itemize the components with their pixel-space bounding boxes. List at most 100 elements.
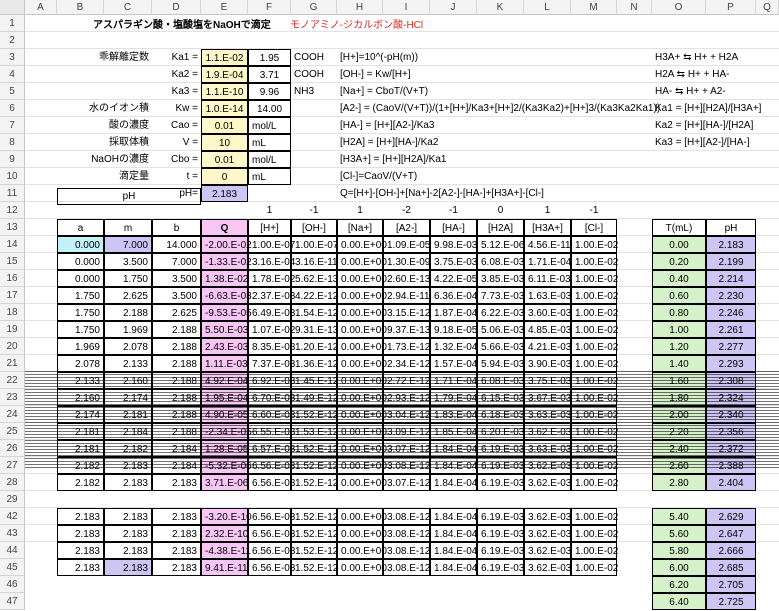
table-cell[interactable]: 5.06.E-03: [477, 321, 524, 338]
side-ph-cell[interactable]: 2.261: [706, 321, 756, 338]
table-cell[interactable]: -2.00.E-02: [201, 236, 252, 253]
table-cell[interactable]: 0.00.E+00: [337, 338, 387, 355]
table-cell[interactable]: 6.19.E-03: [477, 525, 524, 542]
row-header-1[interactable]: 1: [0, 15, 25, 32]
column-header-H[interactable]: H: [337, 0, 383, 15]
table-cell[interactable]: 3.90.E-03: [524, 355, 571, 372]
param-value-input[interactable]: 1.1.E-02: [201, 49, 248, 66]
param-value-input[interactable]: 1.1.E-10: [201, 83, 248, 100]
table-cell[interactable]: 2.078: [57, 355, 104, 372]
table-cell[interactable]: 1.00.E-02: [571, 542, 618, 559]
table-cell[interactable]: 1.00.E-02: [571, 270, 618, 287]
param-value-input[interactable]: 2.183: [201, 185, 248, 202]
table-cell[interactable]: 1.969: [57, 338, 104, 355]
table-cell[interactable]: 0.000: [57, 270, 104, 287]
param-value-input[interactable]: 0: [201, 168, 248, 185]
table-cell[interactable]: 6.56.E-03: [248, 525, 295, 542]
table-cell[interactable]: 1.00.E-02: [571, 355, 618, 372]
table-cell[interactable]: 2.188: [104, 304, 152, 321]
table-cell[interactable]: 6.19.E-03: [477, 474, 524, 491]
row-header-11[interactable]: 11: [0, 185, 25, 202]
table-cell[interactable]: 0.00.E+00: [337, 270, 387, 287]
row-header-28[interactable]: 28: [0, 474, 25, 491]
table-cell[interactable]: 9.41.E-11: [201, 559, 248, 576]
row-header-16[interactable]: 16: [0, 270, 25, 287]
table-cell[interactable]: 1.52.E-12: [291, 474, 338, 491]
table-cell[interactable]: 2.625: [152, 304, 201, 321]
row-header-7[interactable]: 7: [0, 117, 25, 134]
table-cell[interactable]: 2.183: [104, 508, 152, 525]
table-cell[interactable]: 1.52.E-12: [291, 508, 338, 525]
row-header-6[interactable]: 6: [0, 100, 25, 117]
row-header-10[interactable]: 10: [0, 168, 25, 185]
column-header-N[interactable]: N: [617, 0, 652, 15]
side-t-cell[interactable]: 0.00: [652, 236, 706, 253]
row-header-13[interactable]: 13: [0, 219, 25, 236]
row-header-15[interactable]: 15: [0, 253, 25, 270]
table-cell[interactable]: 5.62.E-13: [291, 270, 338, 287]
table-cell[interactable]: 6.19.E-03: [477, 508, 524, 525]
table-cell[interactable]: 9.37.E-13: [383, 321, 430, 338]
table-cell[interactable]: 1.32.E-04: [430, 338, 477, 355]
side-t-cell[interactable]: 1.00: [652, 321, 706, 338]
row-header-12[interactable]: 12: [0, 202, 25, 219]
column-header-F[interactable]: F: [248, 0, 291, 15]
table-cell[interactable]: 2.188: [152, 355, 201, 372]
column-header-G[interactable]: G: [291, 0, 337, 15]
table-cell[interactable]: 2.183: [104, 542, 152, 559]
table-cell[interactable]: 1.20.E-12: [291, 338, 338, 355]
table-cell[interactable]: 1.11.E-03: [201, 355, 248, 372]
column-header-K[interactable]: K: [477, 0, 524, 15]
table-cell[interactable]: 3.16.E-04: [248, 253, 295, 270]
table-cell[interactable]: 2.94.E-11: [383, 287, 430, 304]
table-cell[interactable]: 2.183: [57, 559, 104, 576]
table-cell[interactable]: 2.183: [152, 542, 201, 559]
column-header-M[interactable]: M: [571, 0, 617, 15]
table-cell[interactable]: 2.183: [57, 508, 104, 525]
table-cell[interactable]: 2.183: [152, 525, 201, 542]
table-cell[interactable]: -4.38.E-11: [201, 542, 251, 559]
side-t-cell[interactable]: 0.80: [652, 304, 706, 321]
table-cell[interactable]: 1.00.E-02: [571, 304, 618, 321]
row-header-46[interactable]: 46: [0, 576, 25, 593]
table-cell[interactable]: 2.188: [152, 321, 201, 338]
column-header-I[interactable]: I: [383, 0, 430, 15]
side-ph-cell[interactable]: 2.246: [706, 304, 756, 321]
table-cell[interactable]: 3.500: [104, 253, 152, 270]
table-cell[interactable]: 0.00.E+00: [337, 321, 387, 338]
side-ph-cell[interactable]: 2.293: [706, 355, 756, 372]
param-value-input[interactable]: 1.0.E-14: [201, 100, 248, 117]
table-cell[interactable]: 1.52.E-12: [291, 559, 338, 576]
param-value-input[interactable]: 0.01: [201, 117, 248, 134]
row-header-3[interactable]: 3: [0, 49, 25, 66]
table-cell[interactable]: 1.750: [57, 321, 104, 338]
table-cell[interactable]: 0.00.E+00: [337, 304, 387, 321]
table-cell[interactable]: 3.08.E-12: [383, 542, 430, 559]
table-cell[interactable]: 0.00.E+00: [337, 559, 387, 576]
table-cell[interactable]: 5.12.E-06: [477, 236, 524, 253]
table-cell[interactable]: 2.183: [104, 559, 152, 576]
table-cell[interactable]: 2.188: [152, 338, 201, 355]
side-t-cell[interactable]: 5.80: [652, 542, 706, 559]
table-cell[interactable]: 1.00.E-07: [248, 236, 295, 253]
table-cell[interactable]: 1.52.E-12: [291, 525, 338, 542]
table-cell[interactable]: 6.08.E-03: [477, 253, 524, 270]
row-header-25[interactable]: 25: [0, 423, 25, 440]
side-t-cell[interactable]: 6.00: [652, 559, 706, 576]
row-header-26[interactable]: 26: [0, 440, 25, 457]
param-value-input[interactable]: 10: [201, 134, 248, 151]
table-cell[interactable]: 4.22.E-05: [430, 270, 477, 287]
side-t-cell[interactable]: 0.60: [652, 287, 706, 304]
side-ph-cell[interactable]: 2.725: [706, 593, 756, 610]
side-t-cell[interactable]: 0.20: [652, 253, 706, 270]
side-ph-cell[interactable]: 2.183: [706, 236, 756, 253]
table-cell[interactable]: 3.08.E-12: [383, 508, 430, 525]
table-cell[interactable]: 1.87.E-04: [430, 304, 477, 321]
table-cell[interactable]: -3.20.E-10: [201, 508, 252, 525]
table-cell[interactable]: 0.00.E+00: [337, 508, 387, 525]
table-cell[interactable]: 1.38.E-02: [201, 270, 248, 287]
table-cell[interactable]: 3.62.E-03: [524, 542, 571, 559]
table-cell[interactable]: 0.00.E+00: [337, 474, 387, 491]
table-cell[interactable]: 6.56.E-03: [248, 508, 295, 525]
table-cell[interactable]: 1.00.E-02: [571, 253, 618, 270]
